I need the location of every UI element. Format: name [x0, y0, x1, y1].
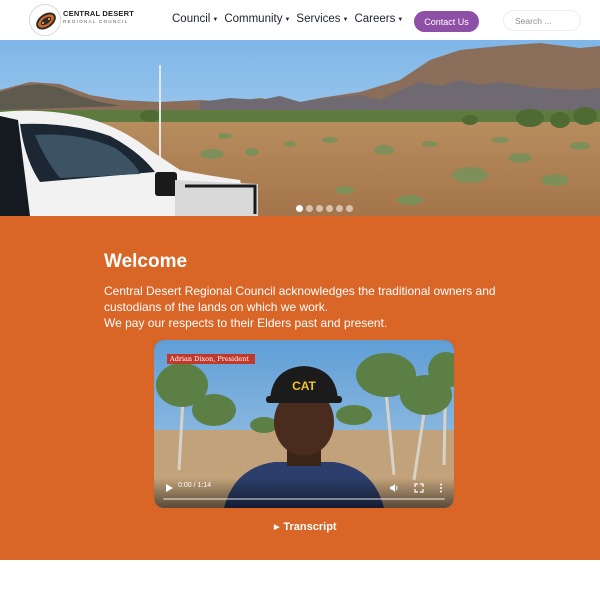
nav-item-label: Services — [296, 13, 341, 25]
slide-dot[interactable] — [306, 205, 313, 212]
nav-item-careers[interactable]: Careers ▼ — [354, 13, 403, 25]
logo-title: CENTRAL DESERT — [63, 9, 134, 18]
site-header: CENTRAL DESERT REGIONAL COUNCIL Council … — [0, 0, 600, 40]
chevron-down-icon: ▼ — [284, 16, 291, 23]
slide-indicators — [296, 205, 353, 212]
acknowledgement-line: Central Desert Regional Council acknowle… — [104, 284, 496, 298]
council-logo[interactable] — [29, 4, 61, 36]
contact-us-button[interactable]: Contact Us — [414, 11, 479, 32]
logo-subtitle: REGIONAL COUNCIL — [63, 18, 129, 24]
acknowledgement-line: We pay our respects to their Elders past… — [104, 316, 388, 330]
acknowledgement-line: custodians of the lands on which we work… — [104, 300, 329, 314]
video-controls: 0:00 / 1:14 — [154, 478, 454, 508]
logo-wordmark[interactable]: CENTRAL DESERT REGIONAL COUNCIL — [63, 10, 134, 24]
welcome-section: Welcome Central Desert Regional Council … — [0, 216, 600, 560]
transcript-label: Transcript — [283, 521, 337, 533]
chevron-down-icon: ▼ — [397, 16, 404, 23]
play-icon[interactable] — [164, 483, 174, 493]
volume-icon[interactable] — [389, 483, 399, 493]
nav-item-community[interactable]: Community ▼ — [224, 13, 290, 25]
video-time: 0:00 / 1:14 — [178, 482, 212, 489]
fullscreen-icon[interactable] — [414, 483, 424, 493]
nav-item-label: Careers — [354, 13, 396, 25]
welcome-title: Welcome — [104, 251, 188, 272]
video-progress-bar[interactable] — [163, 498, 445, 500]
hero-image — [0, 40, 600, 216]
nav-item-council[interactable]: Council ▼ — [172, 13, 218, 25]
nav-item-services[interactable]: Services ▼ — [296, 13, 348, 25]
slide-dot[interactable] — [326, 205, 333, 212]
slide-dot[interactable] — [346, 205, 353, 212]
acknowledgement-text: Central Desert Regional Council acknowle… — [104, 283, 514, 331]
svg-text:CAT: CAT — [292, 379, 316, 393]
slide-dot[interactable] — [296, 205, 303, 212]
page-footer-area — [0, 560, 600, 600]
slide-dot[interactable] — [316, 205, 323, 212]
chevron-down-icon: ▼ — [342, 16, 349, 23]
video-player[interactable]: CAT Adrian Dixon, President 0:00 / 1:14 — [154, 340, 454, 508]
hero-slideshow[interactable] — [0, 40, 600, 216]
chevron-down-icon: ▼ — [212, 16, 219, 23]
more-options-icon[interactable] — [438, 483, 444, 493]
slide-dot[interactable] — [336, 205, 343, 212]
main-nav: Council ▼ Community ▼ Services ▼ Careers… — [172, 13, 403, 25]
search-input[interactable] — [503, 10, 581, 31]
video-caption: Adrian Dixon, President — [167, 354, 255, 364]
nav-item-label: Council — [172, 13, 211, 25]
disclosure-triangle-icon: ▶ — [274, 524, 280, 531]
transcript-toggle[interactable]: ▶ Transcript — [274, 521, 337, 533]
nav-item-label: Community — [224, 13, 283, 25]
